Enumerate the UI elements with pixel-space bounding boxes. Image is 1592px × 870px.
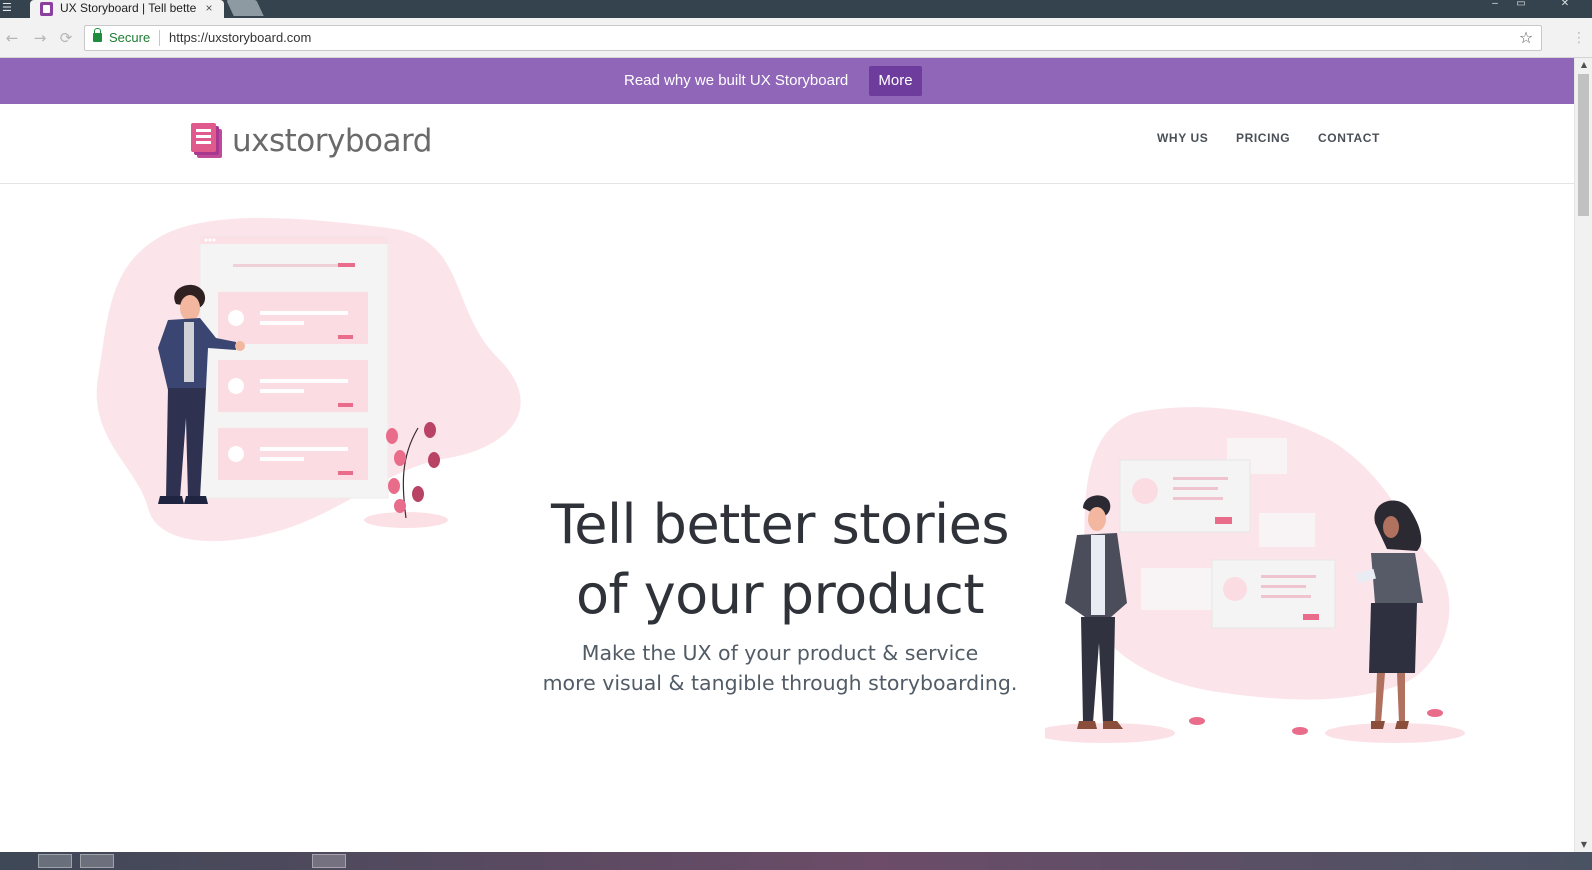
window-title-bar: ☰ UX Storyboard | Tell better stories of… — [0, 0, 1592, 18]
hero-subtitle-line-2: more visual & tangible through storyboar… — [542, 671, 1018, 695]
browser-tab[interactable]: UX Storyboard | Tell better stories of y… — [30, 0, 224, 18]
star-icon[interactable]: ☆ — [1517, 28, 1535, 48]
hero-title-line-2: of your product — [576, 563, 985, 626]
lock-icon — [93, 28, 102, 42]
site-header: uxstoryboard WHY US PRICING CONTACT — [0, 104, 1574, 184]
scroll-up-arrow[interactable]: ▲ — [1575, 58, 1592, 72]
logo-wordmark[interactable]: uxstoryboard — [232, 122, 432, 160]
nav-contact[interactable]: CONTACT — [1318, 130, 1380, 146]
browser-toolbar: ← → ⟳ Secure https://uxstoryboard.com ☆ … — [0, 18, 1592, 58]
taskbar-item[interactable] — [38, 854, 72, 868]
taskbar-item[interactable] — [312, 854, 346, 868]
forward-icon[interactable]: → — [30, 28, 50, 48]
hero-title-line-1: Tell better stories — [550, 493, 1010, 556]
more-button[interactable]: More — [869, 66, 922, 96]
hero-subtitle-line-1: Make the UX of your product & service — [581, 641, 979, 665]
menu-icon[interactable]: ☰ — [2, 2, 16, 14]
os-taskbar — [0, 852, 1592, 870]
address-bar[interactable]: Secure https://uxstoryboard.com ☆ — [84, 25, 1542, 51]
nav-why-us[interactable]: WHY US — [1157, 130, 1208, 146]
page-viewport: Read why we built UX Storyboard More uxs… — [0, 58, 1574, 852]
favicon — [40, 2, 53, 16]
minimize-icon[interactable]: – — [1484, 0, 1506, 9]
nav-pricing[interactable]: PRICING — [1236, 130, 1290, 146]
hero-title: Tell better stories of your product — [480, 490, 1080, 630]
page-scrollbar[interactable]: ▲ ▼ — [1574, 58, 1592, 852]
secure-label: Secure — [109, 30, 151, 45]
url-text[interactable]: https://uxstoryboard.com — [169, 30, 311, 46]
back-icon[interactable]: ← — [2, 28, 22, 48]
hero-subtitle: Make the UX of your product & service mo… — [480, 638, 1080, 698]
maximize-icon[interactable]: ▭ — [1510, 0, 1532, 9]
tab-close-icon[interactable]: × — [202, 0, 216, 16]
taskbar-item[interactable] — [80, 854, 114, 868]
new-tab-button[interactable] — [226, 0, 264, 16]
scroll-thumb[interactable] — [1578, 74, 1589, 216]
tab-title: UX Storyboard | Tell better stories of y… — [60, 1, 196, 15]
announcement-bar: Read why we built UX Storyboard More — [0, 58, 1574, 104]
scroll-down-arrow[interactable]: ▼ — [1575, 838, 1592, 852]
storyboard-presenter-illustration — [96, 218, 521, 542]
announcement-text: Read why we built UX Storyboard — [624, 72, 849, 89]
omnibox-divider — [159, 30, 160, 46]
reload-icon[interactable]: ⟳ — [56, 28, 76, 48]
storyboard-team-illustration — [1045, 407, 1465, 743]
logo-icon[interactable] — [190, 123, 224, 159]
window-close-icon[interactable]: ✕ — [1554, 0, 1576, 9]
kebab-icon[interactable]: ⋮ — [1572, 28, 1586, 48]
